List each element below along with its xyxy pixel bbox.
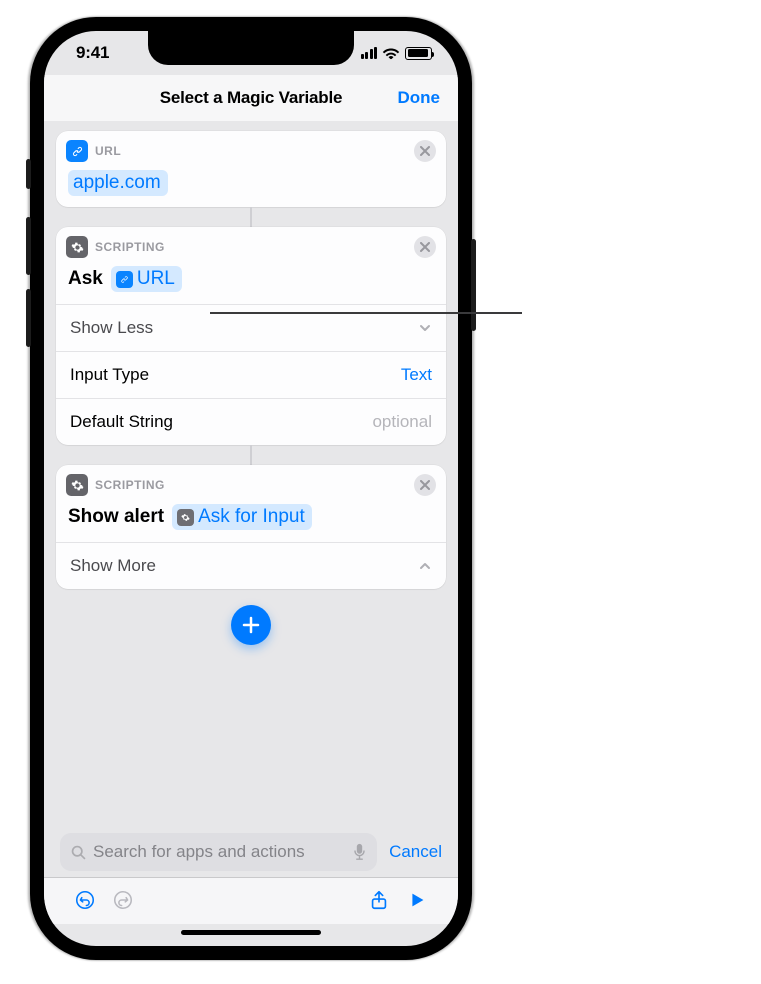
redo-button xyxy=(104,884,142,916)
gear-icon xyxy=(177,509,194,526)
run-button[interactable] xyxy=(398,884,436,916)
gear-icon xyxy=(66,236,88,258)
search-placeholder: Search for apps and actions xyxy=(93,842,346,862)
link-icon xyxy=(116,271,133,288)
default-string-placeholder: optional xyxy=(372,412,432,432)
cancel-button[interactable]: Cancel xyxy=(389,842,442,862)
callout-leader-line xyxy=(210,312,522,314)
default-string-row[interactable]: Default String optional xyxy=(56,398,446,445)
gear-icon xyxy=(66,474,88,496)
link-icon xyxy=(66,140,88,162)
done-button[interactable]: Done xyxy=(398,88,441,108)
chevron-up-icon xyxy=(418,559,432,573)
notch xyxy=(148,31,354,65)
card-category: URL xyxy=(95,144,121,158)
variable-pill-ask-for-input[interactable]: Ask for Input xyxy=(172,504,312,530)
status-time: 9:41 xyxy=(76,43,109,63)
action-name: Show alert xyxy=(68,506,164,528)
close-icon[interactable] xyxy=(414,140,436,162)
undo-button[interactable] xyxy=(66,884,104,916)
cellular-signal-icon xyxy=(361,47,378,60)
input-type-value: Text xyxy=(401,365,432,385)
home-indicator[interactable] xyxy=(44,924,458,946)
show-more-label: Show More xyxy=(70,556,156,576)
action-card-show-alert[interactable]: SCRIPTING Show alert Ask for Input xyxy=(56,465,446,589)
add-action-button[interactable] xyxy=(231,605,271,645)
nav-header: Select a Magic Variable Done xyxy=(44,75,458,121)
page-title: Select a Magic Variable xyxy=(160,88,343,108)
dictate-icon[interactable] xyxy=(352,843,367,861)
action-card-url[interactable]: URL apple.com xyxy=(56,131,446,207)
action-card-ask[interactable]: SCRIPTING Ask URL Show Less xyxy=(56,227,446,445)
search-input[interactable]: Search for apps and actions xyxy=(60,833,377,871)
search-icon xyxy=(70,844,87,861)
card-category: SCRIPTING xyxy=(95,240,165,254)
url-value-pill[interactable]: apple.com xyxy=(68,170,168,196)
connector xyxy=(250,207,252,227)
action-name: Ask xyxy=(68,268,103,290)
battery-icon xyxy=(405,47,432,60)
toolbar xyxy=(44,877,458,924)
variable-pill-url[interactable]: URL xyxy=(111,266,182,292)
variable-text: URL xyxy=(137,268,175,290)
wifi-icon xyxy=(382,47,400,60)
variable-text: Ask for Input xyxy=(198,506,305,528)
show-less-label: Show Less xyxy=(70,318,153,338)
default-string-label: Default String xyxy=(70,412,173,432)
show-more-row[interactable]: Show More xyxy=(56,542,446,589)
input-type-row[interactable]: Input Type Text xyxy=(56,351,446,398)
url-value-text: apple.com xyxy=(73,172,161,194)
chevron-down-icon xyxy=(418,321,432,335)
input-type-label: Input Type xyxy=(70,365,149,385)
share-button[interactable] xyxy=(360,884,398,916)
close-icon[interactable] xyxy=(414,236,436,258)
card-category: SCRIPTING xyxy=(95,478,165,492)
connector xyxy=(250,445,252,465)
close-icon[interactable] xyxy=(414,474,436,496)
